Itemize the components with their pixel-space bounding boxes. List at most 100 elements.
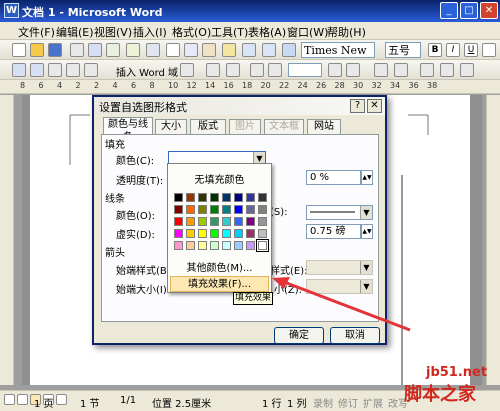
print-preview-icon[interactable] [106, 43, 120, 57]
status-extend[interactable]: 扩展 [363, 395, 383, 410]
color-swatch[interactable] [222, 193, 231, 202]
underline-icon[interactable]: U [464, 43, 478, 57]
record-number-field[interactable] [288, 63, 322, 77]
color-swatch[interactable] [246, 205, 255, 214]
next-record-icon[interactable] [328, 63, 342, 77]
color-swatch[interactable] [198, 193, 207, 202]
color-swatch[interactable] [258, 229, 267, 238]
help-icon[interactable]: ? [350, 99, 365, 113]
color-swatch[interactable] [258, 205, 267, 214]
menu-file[interactable]: 文件(F) [18, 24, 55, 40]
transparency-spinner[interactable]: ▲▼ [361, 170, 373, 185]
vertical-scrollbar[interactable] [486, 95, 500, 385]
color-swatch[interactable] [174, 229, 183, 238]
menu-table[interactable]: 表格(A) [248, 24, 286, 40]
color-swatch[interactable] [186, 217, 195, 226]
research-icon[interactable] [146, 43, 160, 57]
toolbar-options-icon[interactable] [482, 43, 496, 57]
status-track[interactable]: 修订 [338, 395, 358, 410]
color-swatch[interactable] [234, 241, 243, 250]
color-swatch[interactable] [210, 205, 219, 214]
spelling-icon[interactable] [126, 43, 140, 57]
copy-icon[interactable] [184, 43, 198, 57]
color-swatch[interactable] [246, 241, 255, 250]
greeting-line-icon[interactable] [84, 63, 98, 77]
open-data-source-icon[interactable] [30, 63, 44, 77]
maximize-button[interactable]: □ [460, 2, 478, 19]
color-swatch[interactable] [234, 193, 243, 202]
first-record-icon[interactable] [250, 63, 264, 77]
color-swatch[interactable] [210, 217, 219, 226]
color-swatch[interactable] [174, 205, 183, 214]
color-swatch[interactable] [222, 205, 231, 214]
horizontal-ruler[interactable]: 8 6 4 2 2 4 6 8 10 12 14 16 18 20 22 24 26 28 30 32 34 36 38 [0, 80, 500, 94]
minimize-button[interactable]: _ [440, 2, 458, 19]
fill-effects-option[interactable]: 填充效果(F)... [170, 276, 269, 292]
menu-insert[interactable]: 插入(I) [133, 24, 167, 40]
color-swatch[interactable] [198, 241, 207, 250]
color-swatch[interactable] [234, 229, 243, 238]
menu-edit[interactable]: 编辑(E) [56, 24, 94, 40]
color-swatch[interactable] [210, 241, 219, 250]
color-swatch[interactable] [210, 193, 219, 202]
color-swatch[interactable] [222, 229, 231, 238]
paste-icon[interactable] [202, 43, 216, 57]
line-style-dropdown[interactable]: ▼ [306, 205, 373, 220]
color-swatch[interactable] [198, 205, 207, 214]
tab-colors-lines[interactable]: 颜色与线条 [103, 117, 153, 143]
close-button[interactable]: ✕ [480, 2, 498, 19]
menu-tools[interactable]: 工具(T) [211, 24, 248, 40]
color-swatch[interactable] [186, 241, 195, 250]
tab-size[interactable]: 大小 [155, 119, 187, 134]
menu-help[interactable]: 帮助(H) [327, 24, 366, 40]
last-record-icon[interactable] [346, 63, 360, 77]
color-swatch[interactable] [186, 205, 195, 214]
open-folder-icon[interactable] [30, 43, 44, 57]
color-swatch[interactable] [198, 217, 207, 226]
color-swatch[interactable] [174, 241, 183, 250]
color-swatch[interactable] [234, 217, 243, 226]
redo-icon[interactable] [262, 43, 276, 57]
no-fill-option[interactable]: 无填充颜色 [170, 173, 269, 189]
match-fields-icon[interactable] [226, 63, 240, 77]
address-block-icon[interactable] [66, 63, 80, 77]
new-document-icon[interactable] [12, 43, 26, 57]
menu-window[interactable]: 窗口(W) [287, 24, 328, 40]
web-view-icon[interactable] [17, 394, 28, 405]
tab-web[interactable]: 网站 [307, 119, 341, 134]
color-swatch[interactable] [222, 217, 231, 226]
normal-view-icon[interactable] [4, 394, 15, 405]
view-merged-icon[interactable] [180, 63, 194, 77]
merge-to-document-icon[interactable] [420, 63, 434, 77]
permission-icon[interactable] [70, 43, 84, 57]
undo-icon[interactable] [242, 43, 256, 57]
reading-view-icon[interactable] [56, 394, 67, 405]
color-swatch[interactable] [198, 229, 207, 238]
insert-word-field[interactable]: 插入 Word 域 [116, 64, 178, 79]
recipients-icon[interactable] [48, 63, 62, 77]
dialog-close-icon[interactable]: ✕ [367, 99, 382, 113]
color-swatch[interactable] [222, 241, 231, 250]
color-swatch[interactable] [246, 217, 255, 226]
print-icon[interactable] [88, 43, 102, 57]
more-colors-option[interactable]: 其他颜色(M)... [170, 261, 269, 277]
format-painter-icon[interactable] [222, 43, 236, 57]
color-swatch[interactable] [256, 239, 269, 252]
color-swatch[interactable] [258, 193, 267, 202]
main-document-icon[interactable] [12, 63, 26, 77]
status-record[interactable]: 录制 [313, 395, 333, 410]
find-entry-icon[interactable] [374, 63, 388, 77]
font-name-field[interactable]: Times New Roman [301, 42, 375, 72]
color-swatch[interactable] [174, 217, 183, 226]
check-errors-icon[interactable] [394, 63, 408, 77]
hyperlink-icon[interactable] [282, 43, 296, 57]
font-size-field[interactable]: 五号 [385, 42, 421, 58]
line-weight-field[interactable]: 0.75 磅 [306, 224, 361, 239]
menu-view[interactable]: 视图(V) [94, 24, 132, 40]
save-icon[interactable] [48, 43, 62, 57]
color-swatch[interactable] [186, 193, 195, 202]
merge-to-printer-icon[interactable] [440, 63, 454, 77]
merge-to-email-icon[interactable] [460, 63, 474, 77]
color-swatch[interactable] [246, 229, 255, 238]
weight-spinner[interactable]: ▲▼ [361, 224, 373, 239]
